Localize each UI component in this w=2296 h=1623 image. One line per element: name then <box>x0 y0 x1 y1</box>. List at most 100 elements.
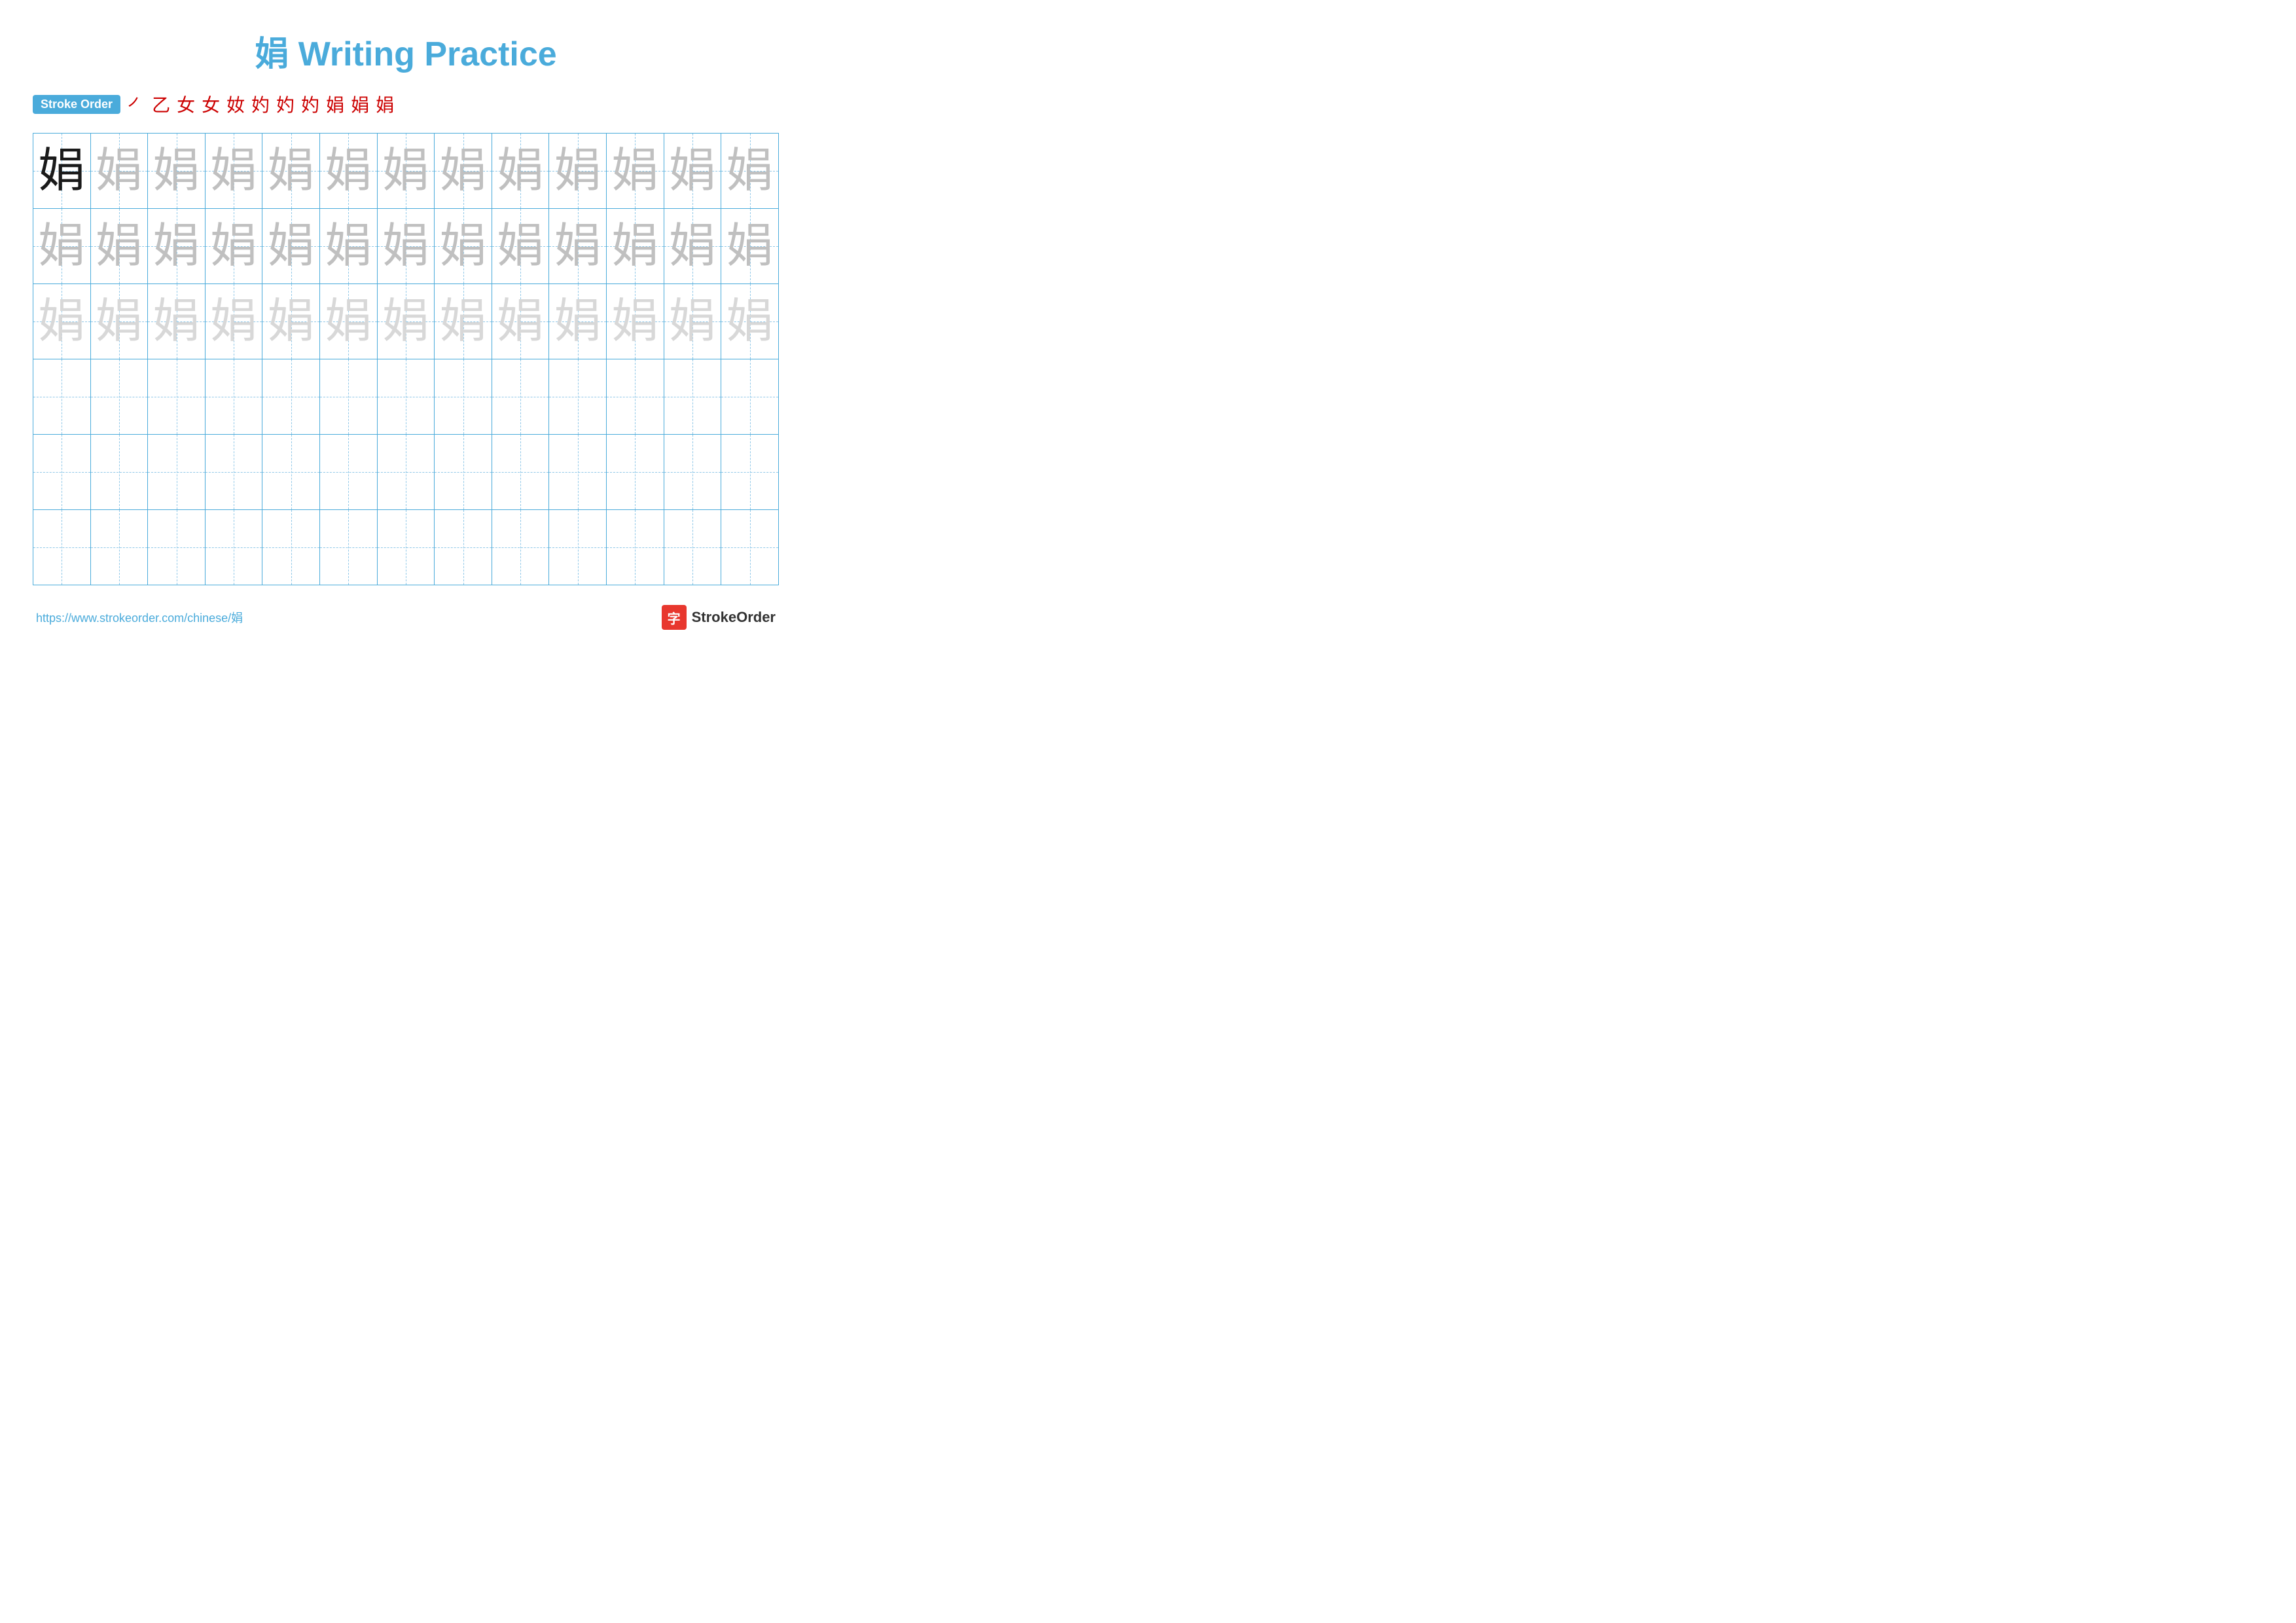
grid-row-5 <box>33 435 779 510</box>
grid-cell: 娟 <box>607 284 664 359</box>
grid-cell: 娟 <box>33 134 91 209</box>
grid-cell[interactable] <box>721 435 779 510</box>
grid-cell[interactable] <box>320 510 378 585</box>
character-medium: 娟 <box>669 220 716 272</box>
character-light: 娟 <box>382 295 429 348</box>
grid-cell[interactable] <box>320 435 378 510</box>
grid-cell[interactable] <box>148 435 206 510</box>
character-medium: 娟 <box>96 145 143 197</box>
grid-cell[interactable] <box>492 435 549 510</box>
grid-row-3: 娟 娟 娟 娟 娟 娟 娟 娟 娟 娟 娟 娟 娟 <box>33 284 779 359</box>
grid-cell[interactable] <box>492 359 549 435</box>
grid-cell[interactable] <box>549 359 607 435</box>
footer: https://www.strokeorder.com/chinese/娟 字 … <box>33 605 779 630</box>
grid-cell[interactable] <box>492 510 549 585</box>
grid-cell[interactable] <box>205 435 262 510</box>
grid-cell[interactable] <box>33 435 91 510</box>
grid-cell[interactable] <box>205 359 262 435</box>
grid-cell[interactable] <box>148 359 206 435</box>
stroke-step-1: ㇒ <box>127 91 145 117</box>
grid-cell: 娟 <box>33 209 91 284</box>
grid-cell: 娟 <box>90 284 148 359</box>
grid-cell: 娟 <box>377 209 435 284</box>
grid-row-1: 娟 娟 娟 娟 娟 娟 娟 娟 娟 娟 娟 娟 娟 <box>33 134 779 209</box>
character-medium: 娟 <box>268 220 315 272</box>
stroke-step-10: 娟 <box>351 91 369 117</box>
stroke-step-7: 妁 <box>276 91 295 117</box>
grid-cell[interactable] <box>721 359 779 435</box>
stroke-order-badge: Stroke Order <box>33 95 120 114</box>
footer-url[interactable]: https://www.strokeorder.com/chinese/娟 <box>36 609 243 626</box>
grid-cell[interactable] <box>607 435 664 510</box>
stroke-step-3: 女 <box>177 91 195 117</box>
character-dark: 娟 <box>38 145 85 197</box>
grid-cell[interactable] <box>435 510 492 585</box>
character-light: 娟 <box>325 295 372 348</box>
grid-cell[interactable] <box>33 359 91 435</box>
grid-cell[interactable] <box>664 510 721 585</box>
character-medium: 娟 <box>153 145 200 197</box>
stroke-step-6: 妁 <box>251 91 270 117</box>
grid-cell[interactable] <box>262 510 320 585</box>
character-medium: 娟 <box>153 220 200 272</box>
grid-cell[interactable] <box>262 359 320 435</box>
grid-cell[interactable] <box>377 510 435 585</box>
character-medium: 娟 <box>382 220 429 272</box>
grid-cell[interactable] <box>721 510 779 585</box>
character-light: 娟 <box>611 295 658 348</box>
character-medium: 娟 <box>554 220 601 272</box>
grid-cell[interactable] <box>607 359 664 435</box>
grid-cell[interactable] <box>549 510 607 585</box>
character-medium: 娟 <box>497 220 544 272</box>
grid-cell[interactable] <box>377 435 435 510</box>
character-medium: 娟 <box>497 145 544 197</box>
character-medium: 娟 <box>38 220 85 272</box>
footer-logo: 字 StrokeOrder <box>662 605 776 630</box>
grid-cell[interactable] <box>549 435 607 510</box>
grid-cell[interactable] <box>320 359 378 435</box>
grid-row-2: 娟 娟 娟 娟 娟 娟 娟 娟 娟 娟 娟 娟 娟 <box>33 209 779 284</box>
grid-cell: 娟 <box>33 284 91 359</box>
grid-cell: 娟 <box>435 284 492 359</box>
grid-cell[interactable] <box>262 435 320 510</box>
grid-cell: 娟 <box>320 134 378 209</box>
grid-cell[interactable] <box>435 359 492 435</box>
grid-cell: 娟 <box>377 284 435 359</box>
character-medium: 娟 <box>325 145 372 197</box>
grid-cell[interactable] <box>148 510 206 585</box>
grid-cell: 娟 <box>664 209 721 284</box>
character-medium: 娟 <box>726 220 774 272</box>
grid-cell[interactable] <box>90 510 148 585</box>
practice-grid: 娟 娟 娟 娟 娟 娟 娟 娟 娟 娟 娟 娟 娟 娟 娟 娟 娟 娟 娟 娟 … <box>33 133 779 585</box>
grid-cell[interactable] <box>90 359 148 435</box>
character-medium: 娟 <box>611 145 658 197</box>
grid-cell[interactable] <box>607 510 664 585</box>
grid-cell: 娟 <box>148 209 206 284</box>
character-medium: 娟 <box>554 145 601 197</box>
stroke-step-5: 奻 <box>226 91 245 117</box>
grid-cell: 娟 <box>607 134 664 209</box>
grid-cell[interactable] <box>435 435 492 510</box>
grid-cell: 娟 <box>435 209 492 284</box>
character-light: 娟 <box>726 295 774 348</box>
character-medium: 娟 <box>382 145 429 197</box>
grid-cell: 娟 <box>664 284 721 359</box>
grid-row-6 <box>33 510 779 585</box>
grid-cell[interactable] <box>377 359 435 435</box>
grid-cell[interactable] <box>664 435 721 510</box>
stroke-step-4: 女 <box>202 91 220 117</box>
grid-cell[interactable] <box>664 359 721 435</box>
grid-cell: 娟 <box>262 134 320 209</box>
grid-cell[interactable] <box>33 510 91 585</box>
grid-cell[interactable] <box>205 510 262 585</box>
grid-cell[interactable] <box>90 435 148 510</box>
character-light: 娟 <box>497 295 544 348</box>
grid-cell: 娟 <box>721 134 779 209</box>
grid-cell: 娟 <box>205 209 262 284</box>
character-medium: 娟 <box>440 220 487 272</box>
grid-cell: 娟 <box>549 284 607 359</box>
character-medium: 娟 <box>325 220 372 272</box>
character-light: 娟 <box>96 295 143 348</box>
grid-cell: 娟 <box>262 209 320 284</box>
grid-cell: 娟 <box>492 209 549 284</box>
